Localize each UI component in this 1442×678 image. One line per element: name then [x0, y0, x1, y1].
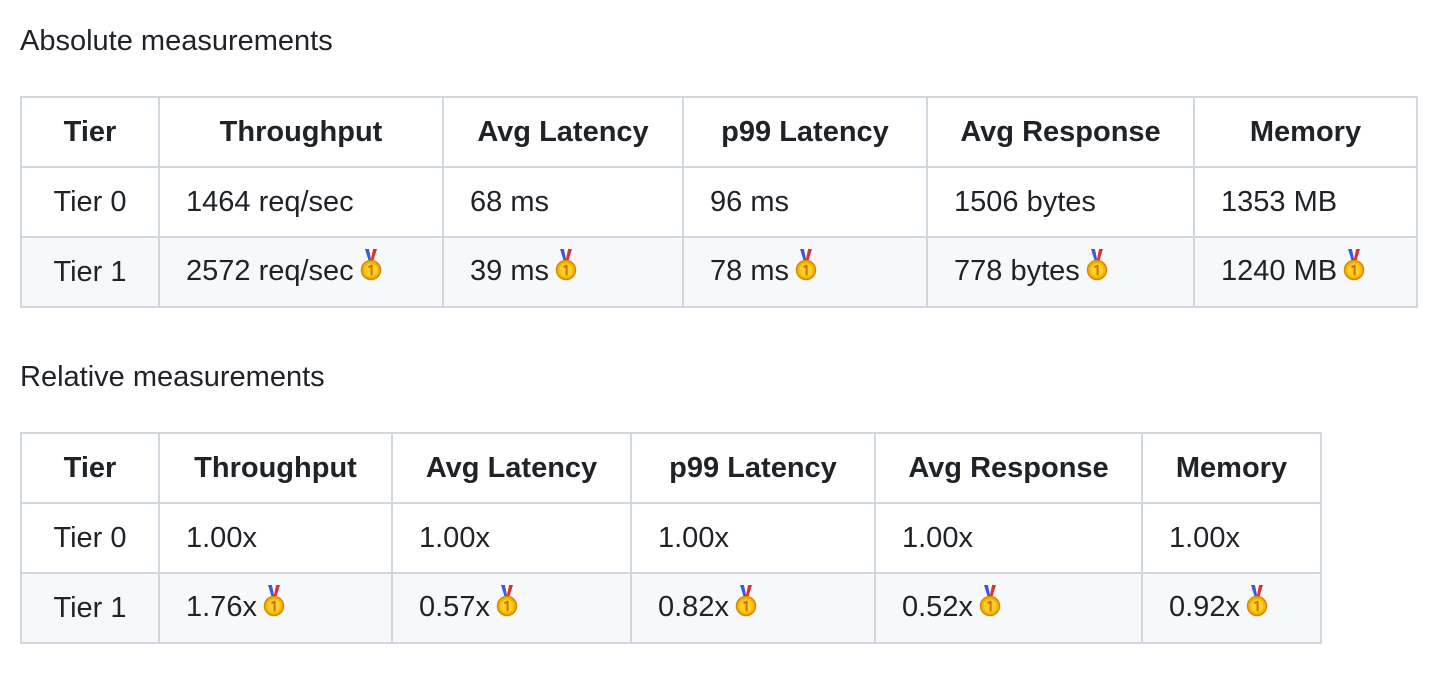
cell-text: 68 ms [470, 185, 549, 218]
cell-text: 0.57x [419, 590, 490, 623]
first-place-medal-icon [795, 249, 817, 289]
cell-text: 1.00x [1169, 521, 1240, 554]
cell-text: 0.52x [902, 590, 973, 623]
column-header-p99-latency: p99 Latency [630, 432, 876, 504]
value-cell: 39 ms [442, 236, 684, 308]
column-header-memory: Memory [1193, 96, 1418, 168]
value-cell: 1353 MB [1193, 166, 1418, 238]
cell-text: 1.00x [419, 521, 490, 554]
cell-text: Tier 1 [53, 591, 127, 624]
first-place-medal-icon [360, 249, 382, 289]
value-cell: 2572 req/sec [158, 236, 444, 308]
table-row: Tier 0 1.00x 1.00x 1.00x 1.00x 1.00x [20, 502, 1322, 574]
value-cell: 778 bytes [926, 236, 1195, 308]
value-cell: 1.00x [630, 502, 876, 574]
cell-text: 1.76x [186, 590, 257, 623]
cell-text: 96 ms [710, 185, 789, 218]
value-cell: 1.76x [158, 572, 393, 644]
table-header-row: Tier Throughput Avg Latency p99 Latency Avg … [20, 96, 1418, 168]
first-place-medal-icon [979, 585, 1001, 625]
column-header-avg-latency: Avg Latency [391, 432, 632, 504]
cell-text: 1353 MB [1221, 185, 1338, 218]
cell-text: 1.00x [186, 521, 257, 554]
cell-text: 0.92x [1169, 590, 1240, 623]
first-place-medal-icon [1343, 249, 1365, 289]
first-place-medal-icon [555, 249, 577, 289]
cell-text: 0.82x [658, 590, 729, 623]
column-header-tier: Tier [20, 96, 160, 168]
tier-cell: Tier 0 [20, 166, 160, 238]
column-header-throughput: Throughput [158, 432, 393, 504]
column-header-avg-response: Avg Response [874, 432, 1143, 504]
cell-text: 39 ms [470, 254, 549, 287]
tier-cell: Tier 1 [20, 236, 160, 308]
cell-text: 1240 MB [1221, 254, 1338, 287]
value-cell: 1240 MB [1193, 236, 1418, 308]
first-place-medal-icon [1246, 585, 1268, 625]
value-cell: 0.82x [630, 572, 876, 644]
value-cell: 1506 bytes [926, 166, 1195, 238]
first-place-medal-icon [496, 585, 518, 625]
value-cell: 1.00x [874, 502, 1143, 574]
table-row: Tier 0 1464 req/sec 68 ms 96 ms 1506 bytes 13… [20, 166, 1418, 238]
column-header-p99-latency: p99 Latency [682, 96, 928, 168]
absolute-measurements-heading: Absolute measurements [20, 25, 333, 57]
tier-cell: Tier 0 [20, 502, 160, 574]
table-row: Tier 1 1.76x 0.57x 0.82x 0.52x 0.92x [20, 572, 1322, 644]
cell-text: 1464 req/sec [186, 185, 354, 218]
value-cell: 0.92x [1141, 572, 1322, 644]
table-header-row: Tier Throughput Avg Latency p99 Latency Avg … [20, 432, 1322, 504]
absolute-measurements-table: Tier Throughput Avg Latency p99 Latency Avg … [20, 96, 1418, 308]
cell-text: 1.00x [658, 521, 729, 554]
table-row: Tier 1 2572 req/sec 39 ms 78 ms 778 bytes 124… [20, 236, 1418, 308]
cell-text: Tier 1 [53, 255, 127, 288]
column-header-tier: Tier [20, 432, 160, 504]
first-place-medal-icon [263, 585, 285, 625]
relative-measurements-heading: Relative measurements [20, 361, 325, 393]
column-header-avg-response: Avg Response [926, 96, 1195, 168]
cell-text: 1506 bytes [954, 185, 1096, 218]
cell-text: Tier 0 [53, 521, 127, 554]
column-header-memory: Memory [1141, 432, 1322, 504]
tier-cell: Tier 1 [20, 572, 160, 644]
first-place-medal-icon [735, 585, 757, 625]
cell-text: 778 bytes [954, 254, 1080, 287]
value-cell: 0.52x [874, 572, 1143, 644]
value-cell: 96 ms [682, 166, 928, 238]
cell-text: 1.00x [902, 521, 973, 554]
value-cell: 78 ms [682, 236, 928, 308]
value-cell: 1464 req/sec [158, 166, 444, 238]
cell-text: 78 ms [710, 254, 789, 287]
relative-measurements-table: Tier Throughput Avg Latency p99 Latency Avg … [20, 432, 1322, 644]
value-cell: 1.00x [1141, 502, 1322, 574]
cell-text: 2572 req/sec [186, 254, 354, 287]
value-cell: 1.00x [158, 502, 393, 574]
value-cell: 1.00x [391, 502, 632, 574]
cell-text: Tier 0 [53, 185, 127, 218]
first-place-medal-icon [1086, 249, 1108, 289]
value-cell: 68 ms [442, 166, 684, 238]
column-header-throughput: Throughput [158, 96, 444, 168]
column-header-avg-latency: Avg Latency [442, 96, 684, 168]
value-cell: 0.57x [391, 572, 632, 644]
